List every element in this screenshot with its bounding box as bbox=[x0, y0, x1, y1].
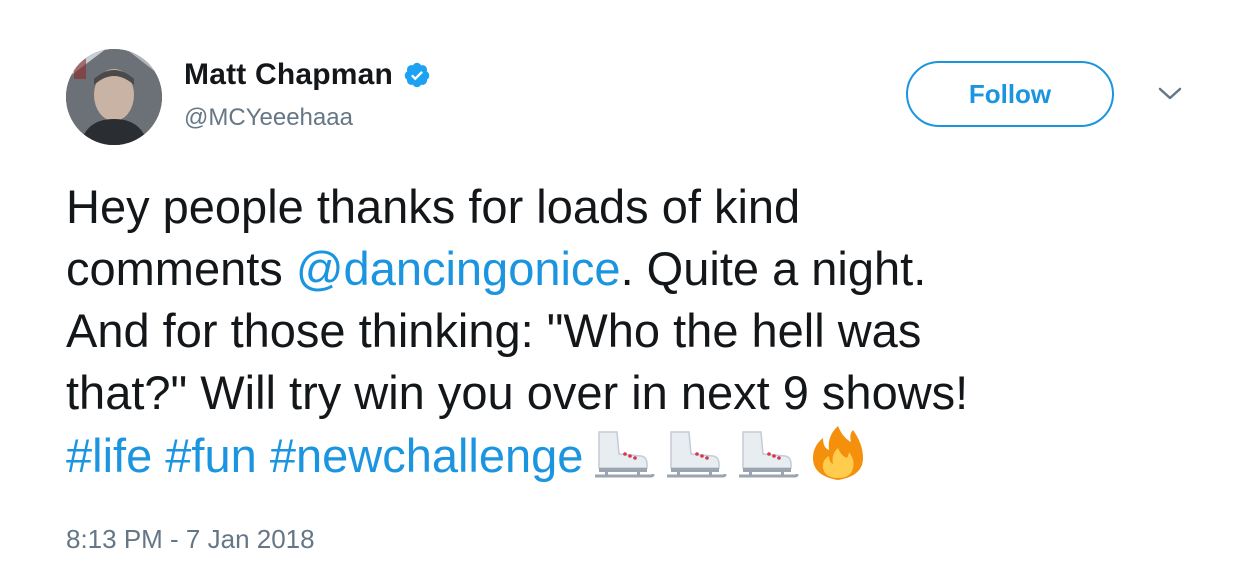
chevron-down-icon[interactable] bbox=[1156, 84, 1184, 104]
ice-skate-icon bbox=[733, 424, 799, 482]
tweet-text: Hey people thanks for loads of kind comm… bbox=[66, 176, 1206, 487]
hashtag-link[interactable]: #newchallenge bbox=[270, 429, 584, 482]
ice-skate-icon bbox=[589, 424, 655, 482]
tweet-text-segment: . Quite a night. bbox=[620, 242, 927, 295]
avatar[interactable] bbox=[66, 49, 162, 145]
tweet-line: comments @dancingonice. Quite a night. bbox=[66, 238, 1206, 300]
mention-link[interactable]: @dancingonice bbox=[296, 242, 621, 295]
avatar-photo bbox=[66, 49, 162, 145]
author-name-row[interactable]: Matt Chapman bbox=[184, 58, 431, 92]
display-name[interactable]: Matt Chapman bbox=[184, 58, 393, 92]
user-handle[interactable]: @MCYeeehaaa bbox=[184, 104, 353, 132]
follow-button[interactable]: Follow bbox=[906, 61, 1114, 127]
fire-icon bbox=[805, 424, 871, 482]
ice-skate-icon bbox=[661, 424, 727, 482]
tweet-line: Hey people thanks for loads of kind bbox=[66, 180, 801, 233]
hashtag-link[interactable]: #fun bbox=[165, 429, 256, 482]
tweet-line-hashtags: #life #fun #newchallenge bbox=[66, 424, 1206, 487]
hashtag-link[interactable]: #life bbox=[66, 429, 152, 482]
tweet-line: And for those thinking: "Who the hell wa… bbox=[66, 304, 922, 357]
tweet-timestamp[interactable]: 8:13 PM - 7 Jan 2018 bbox=[66, 524, 315, 555]
tweet-text-segment: comments bbox=[66, 242, 296, 295]
tweet-line: that?" Will try win you over in next 9 s… bbox=[66, 366, 969, 419]
verified-badge-icon bbox=[403, 61, 431, 89]
